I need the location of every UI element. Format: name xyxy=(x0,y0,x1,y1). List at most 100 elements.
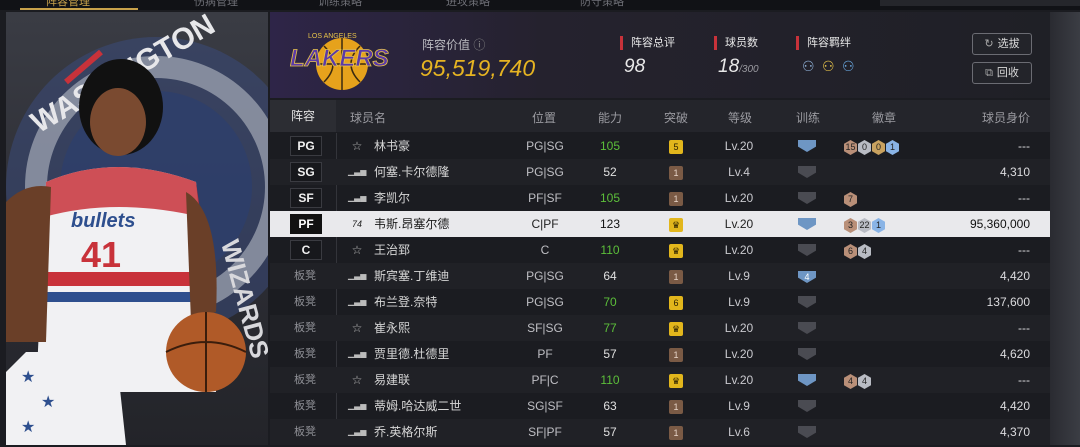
player-level: Lv.20 xyxy=(724,347,754,361)
player-name[interactable]: 王治郅 xyxy=(374,237,524,263)
table-row[interactable]: C ☆ 王治郅 C 110 ♛ Lv.20 6 4 --- xyxy=(270,237,1050,263)
lineup-slot[interactable]: C xyxy=(290,237,322,263)
table-row[interactable]: 板凳 ▁▃▅ 乔.英格尔斯 SF|PF 57 1 Lv.6 4,370 xyxy=(270,419,1050,445)
signal-bars-icon: ▁▃▅ xyxy=(348,401,367,410)
player-ability: 110 xyxy=(600,243,620,257)
training-icon[interactable] xyxy=(792,159,822,185)
player-name[interactable]: 布兰登.奈特 xyxy=(374,289,524,315)
table-row[interactable]: 板凳 ▁▃▅ 蒂姆.哈达威二世 SG|SF 63 1 Lv.9 4,420 xyxy=(270,393,1050,419)
training-icon[interactable] xyxy=(792,419,822,445)
table-row[interactable]: 板凳 ☆ 崔永熙 SF|SG 77 ♛ Lv.20 --- xyxy=(270,315,1050,341)
featured-player-panel: WASHINGTON WIZARDS bullets 41 ★ ★ ★ xyxy=(6,12,268,445)
player-position: SG|SF xyxy=(527,399,563,413)
player-position: SF|SG xyxy=(527,321,563,335)
lineup-slot[interactable]: 板凳 xyxy=(290,419,320,445)
lineup-slot[interactable]: 板凳 xyxy=(290,289,320,315)
lineup-slot[interactable]: SF xyxy=(290,185,322,211)
col-player-value[interactable]: 球员身价 xyxy=(982,109,1030,126)
lineup-value: 95,519,740 xyxy=(420,55,536,81)
col-breakthrough[interactable]: 突破 xyxy=(664,109,688,126)
player-ability: 110 xyxy=(600,373,620,387)
col-player-name[interactable]: 球员名 xyxy=(350,109,386,126)
table-row[interactable]: 板凳 ▁▃▅ 布兰登.奈特 PG|SG 70 6 Lv.9 137,600 xyxy=(270,289,1050,315)
player-value: 4,310 xyxy=(999,165,1030,179)
lineup-slot[interactable]: 板凳 xyxy=(290,341,320,367)
bond-icon-1[interactable]: ⚇ xyxy=(802,58,815,75)
lineup-slot[interactable]: PG xyxy=(290,133,322,159)
player-position: PG|SG xyxy=(526,269,564,283)
table-row[interactable]: 板凳 ▁▃▅ 贾里德.杜德里 PF 57 1 Lv.20 4,620 xyxy=(270,341,1050,367)
col-position[interactable]: 位置 xyxy=(532,109,556,126)
lineup-slot[interactable]: 板凳 xyxy=(290,263,320,289)
bond-icon-2[interactable]: ⚇ xyxy=(822,58,835,75)
training-icon[interactable] xyxy=(792,393,822,419)
training-icon[interactable] xyxy=(792,341,822,367)
player-name[interactable]: 何塞.卡尔德隆 xyxy=(374,159,524,185)
col-training[interactable]: 训练 xyxy=(796,109,820,126)
table-row[interactable]: SF ▁▃▅ 李凯尔 PF|SF 105 1 Lv.20 7 --- xyxy=(270,185,1050,211)
table-row[interactable]: SG ▁▃▅ 何塞.卡尔德隆 PG|SG 52 1 Lv.4 4,310 xyxy=(270,159,1050,185)
training-icon[interactable] xyxy=(792,237,822,263)
tab-offense[interactable]: 进攻策略 xyxy=(446,0,490,10)
help-icon[interactable]: ⓘ xyxy=(473,38,485,52)
training-icon[interactable]: 4 xyxy=(792,263,822,289)
lineup-slot[interactable]: PF xyxy=(290,211,322,237)
breakthrough-badge: 1 xyxy=(662,341,690,367)
star-icon: ☆ xyxy=(351,373,363,387)
player-level: Lv.20 xyxy=(724,191,754,205)
training-icon[interactable] xyxy=(792,185,822,211)
table-row[interactable]: 板凳 ▁▃▅ 斯宾塞.丁维迪 PG|SG 64 1 Lv.9 4 4,420 xyxy=(270,263,1050,289)
player-level: Lv.6 xyxy=(728,425,750,439)
training-icon[interactable] xyxy=(792,289,822,315)
col-badges[interactable]: 徽章 xyxy=(872,109,896,126)
logo-wordmark: LAKERS xyxy=(290,45,389,72)
training-icon[interactable] xyxy=(792,315,822,341)
player-name[interactable]: 蒂姆.哈达威二世 xyxy=(374,393,524,419)
training-icon[interactable] xyxy=(792,133,822,159)
col-level[interactable]: 等级 xyxy=(728,109,752,126)
right-edge-panel xyxy=(1050,12,1080,445)
breakthrough-badge: ♛ xyxy=(662,315,690,341)
lineup-slot[interactable]: SG xyxy=(290,159,322,185)
player-value: 137,600 xyxy=(986,295,1030,309)
tab-injury[interactable]: 伤病管理 xyxy=(194,0,238,10)
player-name[interactable]: 乔.英格尔斯 xyxy=(374,419,524,445)
rating-label: 阵容总评 xyxy=(620,36,675,50)
player-name[interactable]: 林书豪 xyxy=(374,133,524,159)
player-name[interactable]: 易建联 xyxy=(374,367,524,393)
recycle-button[interactable]: ⧉ 回收 xyxy=(972,62,1032,84)
bronze-badge-icon: 3 xyxy=(844,218,857,233)
silver-badge-icon: 0 xyxy=(858,140,871,155)
player-ability: 105 xyxy=(599,191,621,205)
lineup-slot[interactable]: 板凳 xyxy=(290,367,320,393)
player-name[interactable]: 崔永熙 xyxy=(374,315,524,341)
tab-training[interactable]: 训练策略 xyxy=(318,0,362,10)
lineup-slot[interactable]: 板凳 xyxy=(290,315,320,341)
col-ability[interactable]: 能力 xyxy=(598,109,622,126)
player-ability: 52 xyxy=(603,165,617,179)
lineup-slot[interactable]: 板凳 xyxy=(290,393,320,419)
star-icon: ☆ xyxy=(351,321,363,335)
roster-table-header: 阵容 球员名 位置 能力 突破 等级 训练 徽章 球员身价 xyxy=(270,100,1050,132)
table-row[interactable]: PF 74 韦斯.昂塞尔德 C|PF 123 ♛ Lv.20 3 22 1 95,360,000 xyxy=(270,211,1050,237)
player-position: PG|SG xyxy=(526,139,564,153)
player-name[interactable]: 李凯尔 xyxy=(374,185,524,211)
player-position: PF xyxy=(537,347,553,361)
tab-defense[interactable]: 防守策略 xyxy=(580,0,624,10)
col-lineup[interactable]: 阵容 xyxy=(270,100,336,132)
player-face xyxy=(90,88,146,156)
bond-icon-3[interactable]: ⚇ xyxy=(842,58,855,75)
pick-button[interactable]: ↻ 选拔 xyxy=(972,33,1032,55)
bronze-badge-icon: 15 xyxy=(844,140,857,155)
rating-value: 98 xyxy=(624,56,646,77)
training-icon[interactable] xyxy=(792,211,822,237)
copy-icon: ⧉ xyxy=(985,67,993,79)
table-row[interactable]: 板凳 ☆ 易建联 PF|C 110 ♛ Lv.20 4 4 --- xyxy=(270,367,1050,393)
player-name[interactable]: 斯宾塞.丁维迪 xyxy=(374,263,524,289)
player-name[interactable]: 贾里德.杜德里 xyxy=(374,341,524,367)
player-ability: 123 xyxy=(599,217,621,231)
gold-badge-icon: 0 xyxy=(872,140,885,155)
player-name[interactable]: 韦斯.昂塞尔德 xyxy=(374,211,524,237)
table-row[interactable]: PG ☆ 林书豪 PG|SG 105 5 Lv.20 15 0 0 1 --- xyxy=(270,133,1050,159)
training-icon[interactable] xyxy=(792,367,822,393)
